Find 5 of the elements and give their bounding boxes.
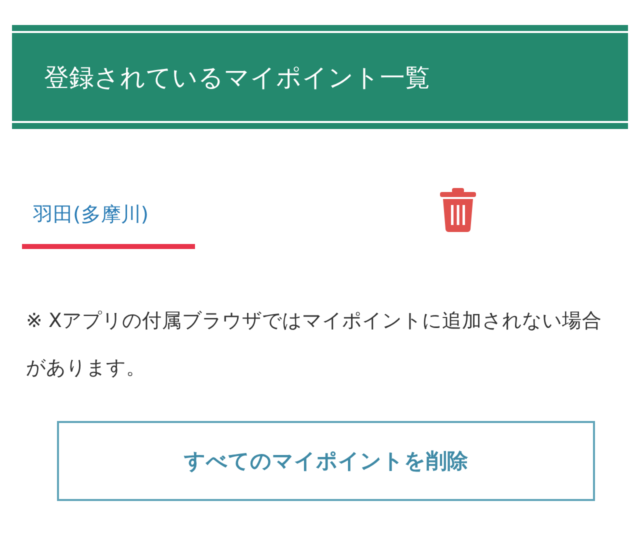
note-text: ※ Xアプリの付属ブラウザではマイポイントに追加されない場合があります。	[26, 308, 603, 381]
trash-icon[interactable]	[440, 188, 476, 232]
point-link[interactable]: 羽田(多摩川)	[22, 201, 195, 249]
delete-all-button[interactable]: すべてのマイポイントを削除	[57, 421, 595, 501]
page-title: 登録されているマイポイント一覧	[12, 31, 628, 123]
